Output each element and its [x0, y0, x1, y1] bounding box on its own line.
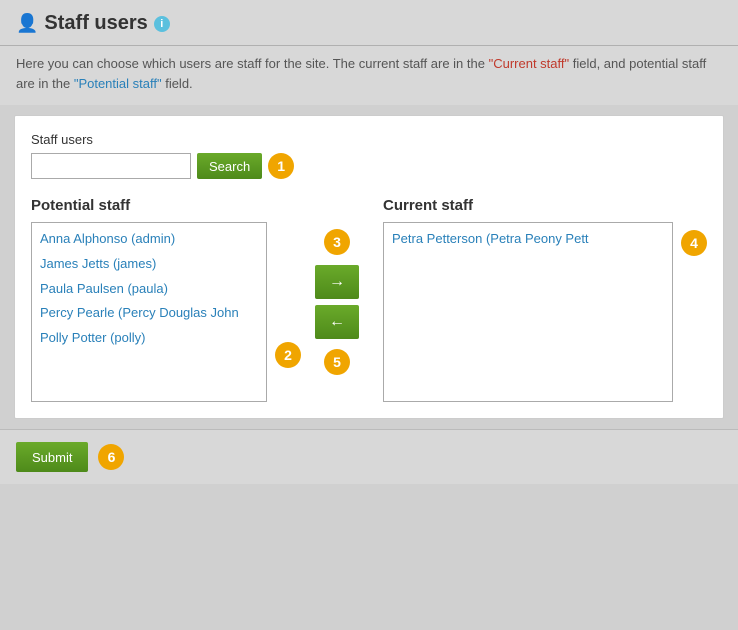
- annotation-2: 2: [275, 342, 301, 368]
- page-title: 👤 Staff users i: [16, 12, 170, 35]
- transfer-controls: 3 → ← 5: [301, 197, 373, 375]
- list-item[interactable]: Percy Pearle (Percy Douglas John: [32, 301, 266, 326]
- submit-button[interactable]: Submit: [16, 442, 88, 472]
- annotation-6: 6: [98, 444, 124, 470]
- move-right-button[interactable]: →: [315, 265, 359, 299]
- annotation-5: 5: [324, 349, 350, 375]
- search-button[interactable]: Search: [197, 153, 262, 179]
- user-icon: 👤: [16, 13, 38, 34]
- list-item[interactable]: Petra Petterson (Petra Peony Pett: [384, 227, 672, 252]
- current-staff-title: Current staff: [383, 197, 707, 214]
- annotation-1: 1: [268, 153, 294, 179]
- move-left-button[interactable]: ←: [315, 305, 359, 339]
- search-input[interactable]: [31, 153, 191, 179]
- list-item[interactable]: James Jetts (james): [32, 252, 266, 277]
- list-item[interactable]: Anna Alphonso (admin): [32, 227, 266, 252]
- potential-staff-list[interactable]: Anna Alphonso (admin)James Jetts (james)…: [31, 222, 267, 402]
- annotation-4: 4: [681, 230, 707, 256]
- list-item[interactable]: Paula Paulsen (paula): [32, 277, 266, 302]
- current-staff-list[interactable]: Petra Petterson (Petra Peony Pett: [383, 222, 673, 402]
- description-text: Here you can choose which users are staf…: [0, 46, 738, 105]
- annotation-3: 3: [324, 229, 350, 255]
- potential-staff-title: Potential staff: [31, 197, 301, 214]
- content-panel: Staff users Search 1 Potential staff Ann…: [14, 115, 724, 419]
- list-item[interactable]: Polly Potter (polly): [32, 326, 266, 351]
- staff-users-label: Staff users: [31, 132, 707, 147]
- bottom-section: Submit 6: [0, 429, 738, 484]
- info-icon[interactable]: i: [154, 16, 170, 32]
